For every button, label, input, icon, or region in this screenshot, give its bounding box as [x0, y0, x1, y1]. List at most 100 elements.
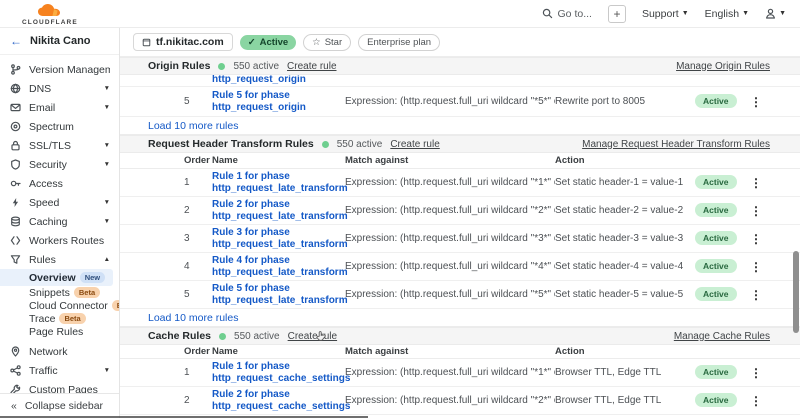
goto-search[interactable]: Go to...: [542, 8, 592, 20]
sidebar-item-rules-page-rules[interactable]: Page Rules: [0, 325, 119, 338]
envelope-icon: [10, 102, 21, 113]
spectrum-icon: [10, 121, 21, 132]
sidebar-item-version-management[interactable]: Version Management: [0, 60, 119, 79]
kebab-menu-icon[interactable]: ⋮: [741, 394, 771, 408]
account-header: ← Nikita Cano: [0, 28, 119, 55]
table-row[interactable]: 1 Rule 1 for phasehttp_request_late_tran…: [120, 169, 800, 197]
kebab-menu-icon[interactable]: ⋮: [741, 204, 771, 218]
table-row[interactable]: 4 Rule 4 for phasehttp_request_late_tran…: [120, 253, 800, 281]
sidebar-item-dns[interactable]: DNS ▼: [0, 79, 119, 98]
rule-match: Expression: (http.request.full_uri wildc…: [345, 233, 555, 244]
rule-order: 2: [184, 395, 212, 406]
rule-name-link[interactable]: Rule 3 for phasehttp_request_late_transf…: [212, 227, 348, 250]
load-more-link[interactable]: Load 10 more rules: [148, 120, 238, 132]
sidebar-item-network[interactable]: Network: [0, 342, 119, 361]
rules-overview-content: Origin Rules 550 active Create rule Mana…: [120, 56, 800, 418]
support-label: Support: [642, 8, 679, 20]
sidebar-item-rules-snippets[interactable]: Snippets Beta: [0, 286, 119, 299]
back-arrow-icon[interactable]: ←: [10, 34, 22, 48]
sidebar-item-security[interactable]: Security ▼: [0, 155, 119, 174]
chevron-down-icon: ▼: [682, 10, 689, 17]
support-menu[interactable]: Support ▼: [642, 8, 689, 20]
kebab-menu-icon[interactable]: ⋮: [741, 232, 771, 246]
sidebar-item-rules-trace[interactable]: Trace Beta: [0, 312, 119, 325]
rule-name-link[interactable]: Rule 2 for phasehttp_request_late_transf…: [212, 199, 348, 222]
status-badge: Active: [695, 177, 741, 188]
kebab-menu-icon[interactable]: ⋮: [741, 366, 771, 380]
rule-match: Expression: (http.request.full_uri wildc…: [345, 261, 555, 272]
rule-action: Browser TTL, Edge TTL: [555, 367, 695, 378]
rule-name-link[interactable]: Rule 5 for phasehttp_request_origin: [212, 90, 306, 113]
account-name: Nikita Cano: [30, 35, 91, 47]
kebab-menu-icon[interactable]: ⋮: [741, 176, 771, 190]
status-badge: Active: [695, 233, 741, 244]
rule-order: 1: [184, 367, 212, 378]
star-button[interactable]: ☆ Star: [303, 34, 351, 51]
table-row[interactable]: 5 Rule 5 for phasehttp_request_origin Ex…: [120, 87, 800, 117]
cloudflare-logo[interactable]: CLOUDFLARE: [22, 4, 78, 27]
table-row[interactable]: 5 Rule 5 for phasehttp_request_late_tran…: [120, 281, 800, 309]
sidebar-item-custom-pages[interactable]: Custom Pages: [0, 380, 119, 393]
table-row-clipped[interactable]: http_request_origin: [120, 75, 800, 87]
rule-match: Expression: (http.request.full_uri wildc…: [345, 177, 555, 188]
origin-rules-header: Origin Rules 550 active Create rule Mana…: [120, 57, 800, 75]
table-row[interactable]: 2 Rule 2 for phasehttp_request_late_tran…: [120, 197, 800, 225]
load-more-link[interactable]: Load 10 more rules: [148, 312, 238, 324]
rule-name-link[interactable]: http_request_origin: [212, 75, 800, 86]
table-row[interactable]: 1 Rule 1 for phasehttp_request_cache_set…: [120, 359, 800, 387]
sidebar-item-spectrum[interactable]: Spectrum: [0, 117, 119, 136]
shield-icon: [10, 159, 21, 170]
sidebar-item-caching[interactable]: Caching ▼: [0, 212, 119, 231]
sidebar-item-rules[interactable]: Rules ▲: [0, 250, 119, 269]
rule-match: Expression: (http.request.full_uri wildc…: [345, 395, 555, 406]
table-row[interactable]: 3 Rule 3 for phasehttp_request_late_tran…: [120, 225, 800, 253]
collapse-sidebar-button[interactable]: « Collapse sidebar: [0, 393, 119, 418]
table-row[interactable]: 2 Rule 2 for phasehttp_request_cache_set…: [120, 387, 800, 415]
scrollbar-thumb[interactable]: [793, 251, 799, 333]
kebab-menu-icon[interactable]: ⋮: [741, 288, 771, 302]
rule-action: Rewrite port to 8005: [555, 96, 695, 107]
rule-order: 3: [184, 233, 212, 244]
plan-badge: Enterprise plan: [358, 34, 440, 51]
rule-name-link[interactable]: Rule 1 for phasehttp_request_late_transf…: [212, 171, 348, 194]
column-match: Match against: [345, 155, 555, 166]
sidebar-item-rules-cloud-connector[interactable]: Cloud Connector Beta: [0, 299, 119, 312]
sidebar-item-speed[interactable]: Speed ▼: [0, 193, 119, 212]
rule-action: Set static header-5 = value-5: [555, 289, 695, 300]
sidebar-item-traffic[interactable]: Traffic ▼: [0, 361, 119, 380]
rule-name-link[interactable]: Rule 4 for phasehttp_request_late_transf…: [212, 255, 348, 278]
chevron-down-icon: ▼: [104, 218, 110, 225]
user-menu[interactable]: ▼: [765, 8, 786, 19]
language-menu[interactable]: English ▼: [705, 8, 749, 20]
domain-selector[interactable]: tf.nikitac.com: [133, 33, 233, 51]
manage-transform-rules-link[interactable]: Manage Request Header Transform Rules: [582, 139, 770, 150]
sidebar-item-ssl-tls[interactable]: SSL/TLS ▼: [0, 136, 119, 155]
sidebar-nav: Version Management DNS ▼ Email ▼ Spectru…: [0, 55, 119, 393]
sidebar-item-access[interactable]: Access: [0, 174, 119, 193]
create-rule-link[interactable]: Create rule: [390, 139, 439, 150]
manage-origin-rules-link[interactable]: Manage Origin Rules: [676, 61, 770, 72]
sidebar-item-rules-overview[interactable]: Overview New: [0, 269, 113, 286]
top-bar: CLOUDFLARE Go to... + Support ▼ English …: [0, 0, 800, 28]
rule-name-link[interactable]: Rule 1 for phasehttp_request_cache_setti…: [212, 361, 350, 384]
domain-name: tf.nikitac.com: [156, 36, 224, 48]
sidebar-item-workers-routes[interactable]: Workers Routes: [0, 231, 119, 250]
database-icon: [10, 216, 21, 227]
sidebar-item-email[interactable]: Email ▼: [0, 98, 119, 117]
manage-cache-rules-link[interactable]: Manage Cache Rules: [674, 331, 770, 342]
sidebar: ← Nikita Cano Version Management DNS ▼ E…: [0, 28, 120, 418]
kebab-menu-icon[interactable]: ⋮: [741, 95, 771, 109]
create-rule-link[interactable]: Create rule: [287, 61, 336, 72]
rule-action: Set static header-2 = value-2: [555, 205, 695, 216]
create-rule-link[interactable]: Create rule: [288, 331, 337, 342]
rule-name-link[interactable]: Rule 5 for phasehttp_request_late_transf…: [212, 283, 348, 306]
active-dot-icon: [219, 333, 226, 340]
chevron-down-icon: ▼: [104, 85, 110, 92]
vertical-scrollbar[interactable]: [792, 57, 799, 418]
load-more-row: Load 10 more rules: [120, 309, 800, 327]
rule-name-link[interactable]: Rule 2 for phasehttp_request_cache_setti…: [212, 389, 350, 412]
kebab-menu-icon[interactable]: ⋮: [741, 260, 771, 274]
lightning-icon: [10, 197, 21, 208]
add-button[interactable]: +: [608, 5, 626, 23]
active-dot-icon: [218, 63, 225, 70]
